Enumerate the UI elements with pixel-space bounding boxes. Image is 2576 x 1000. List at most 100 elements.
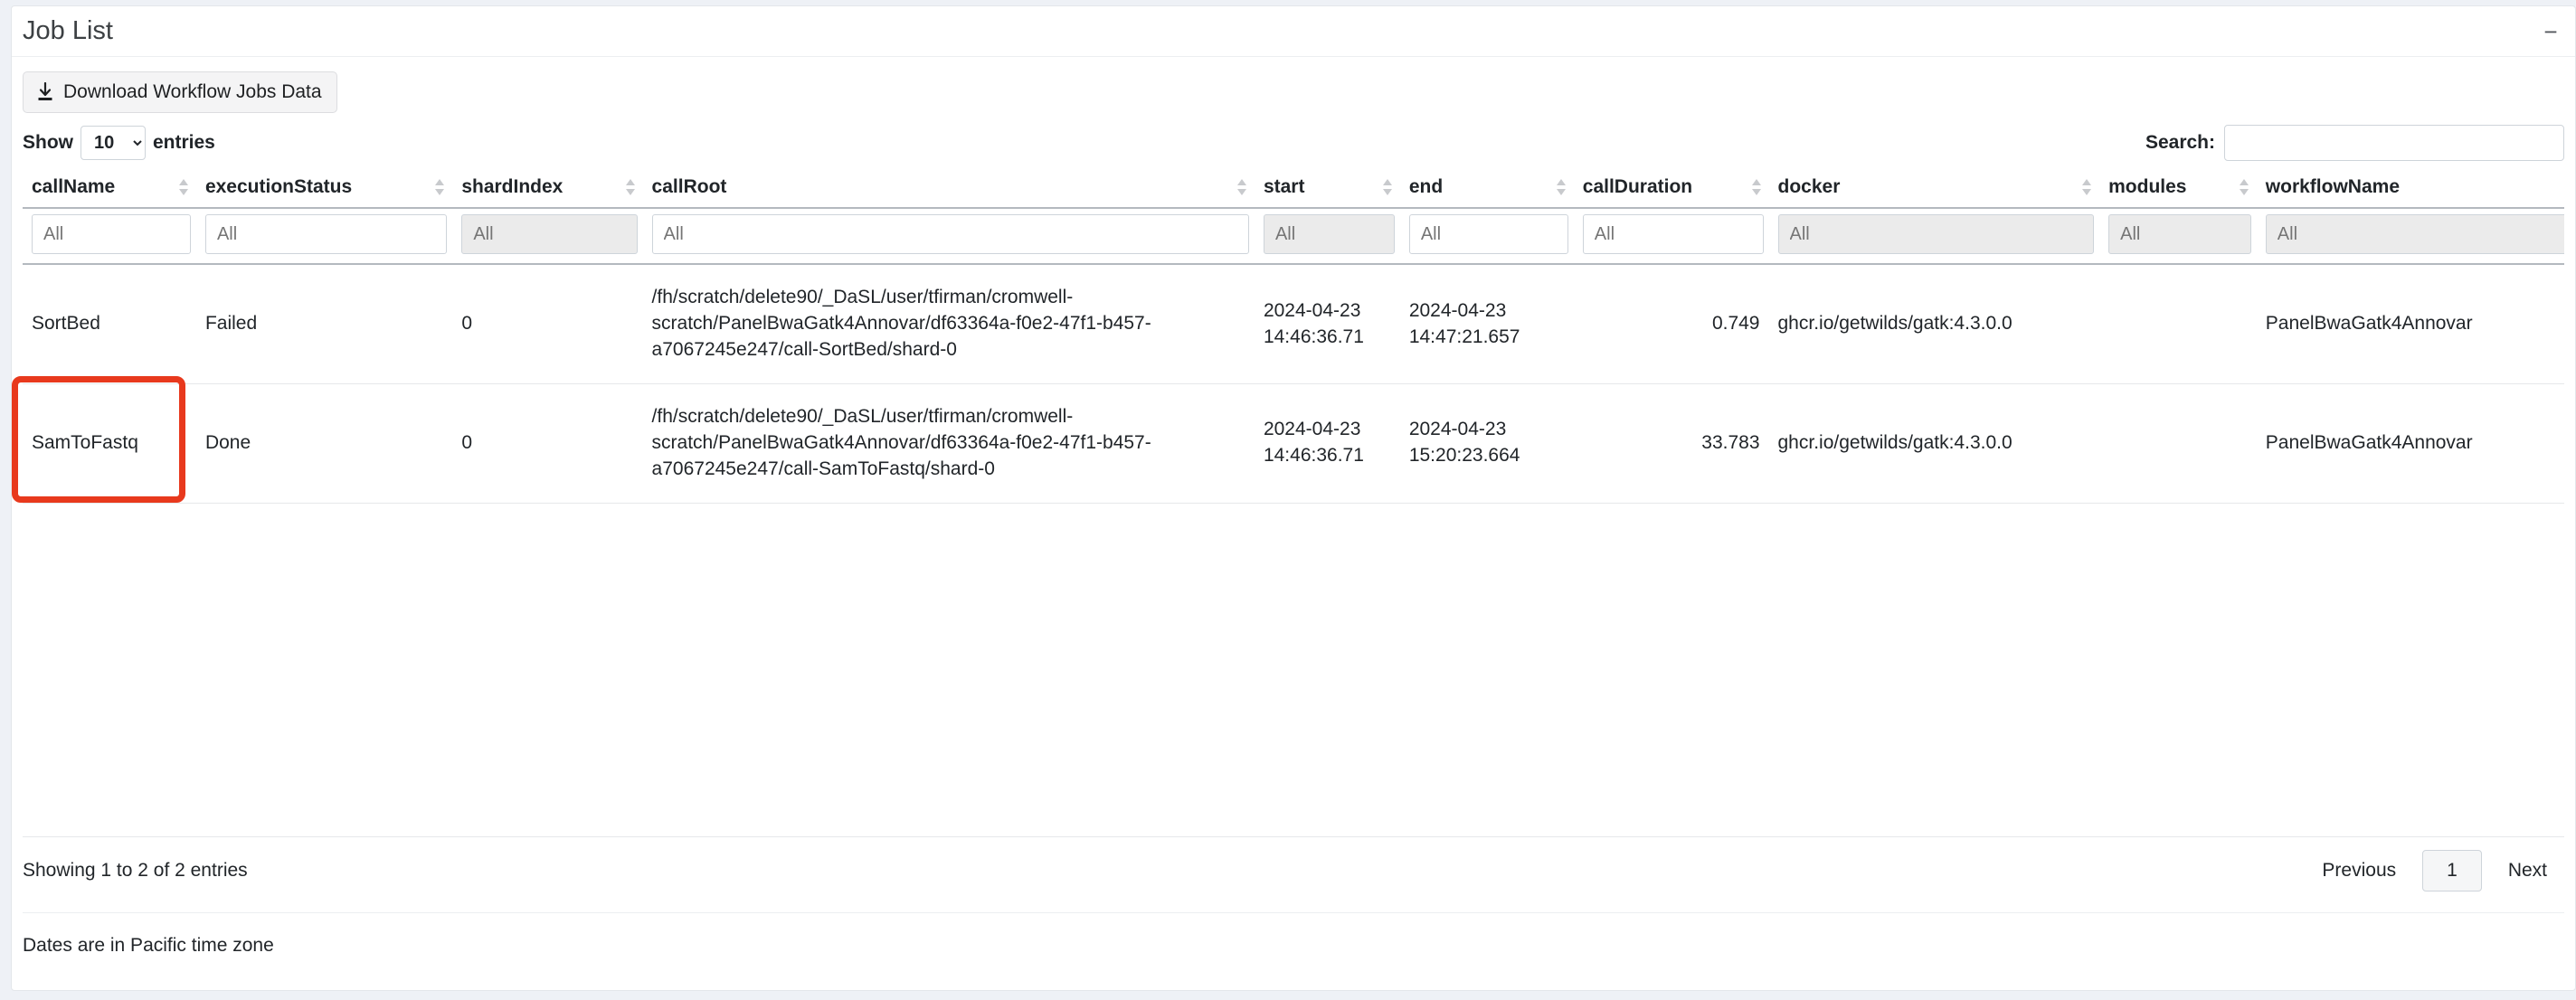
column-label: docker — [1777, 176, 1841, 198]
filter-input-start[interactable] — [1263, 214, 1395, 255]
download-icon — [36, 81, 54, 102]
sort-arrows-icon — [2239, 178, 2249, 196]
sort-arrows-icon — [1236, 178, 1247, 196]
filter-input-callDuration[interactable] — [1582, 214, 1764, 255]
job-list-panel: Job List − Download Workflow Jobs Data S… — [11, 5, 2576, 991]
table-footer: Showing 1 to 2 of 2 entries Previous 1 N… — [23, 836, 2564, 903]
pagination-page-1[interactable]: 1 — [2422, 849, 2482, 892]
show-label: Show — [23, 132, 73, 154]
column-header-workflowName[interactable]: workflowName — [2256, 171, 2564, 210]
timezone-note-text: Dates are in Pacific time zone — [23, 934, 274, 956]
column-label: callName — [32, 176, 116, 198]
panel-body: Download Workflow Jobs Data Show 10 25 5… — [12, 57, 2575, 990]
pagination-next[interactable]: Next — [2491, 850, 2564, 892]
jobs-table: callName executionStatus shardIndex call… — [23, 171, 2564, 504]
search-label: Search: — [2145, 132, 2215, 154]
filter-cell-start — [1254, 208, 1400, 266]
column-header-docker[interactable]: docker — [1768, 171, 2100, 210]
filter-input-executionStatus[interactable] — [204, 214, 448, 255]
minimize-icon[interactable]: − — [2537, 20, 2564, 43]
column-header-callDuration[interactable]: callDuration — [1573, 171, 1769, 210]
filter-cell-callDuration — [1573, 208, 1769, 266]
jobs-table-body: SortBed Failed 0 /fh/scratch/delete90/_D… — [23, 264, 2564, 504]
cell-shardIndex: 0 — [452, 264, 643, 385]
table-info: Showing 1 to 2 of 2 entries — [23, 859, 248, 881]
sort-arrows-icon — [625, 178, 636, 196]
cell-shardIndex: 0 — [452, 383, 643, 504]
timezone-note: Dates are in Pacific time zone — [23, 912, 2564, 977]
filter-input-shardIndex[interactable] — [461, 214, 638, 255]
filter-input-callRoot[interactable] — [651, 214, 1249, 255]
column-label: workflowName — [2265, 176, 2400, 198]
column-filter-row — [23, 208, 2564, 266]
header-row: callName executionStatus shardIndex call… — [23, 171, 2564, 210]
search-control: Search: — [2145, 125, 2564, 162]
filter-cell-callRoot — [642, 208, 1255, 266]
column-label: start — [1263, 176, 1305, 198]
column-header-end[interactable]: end — [1399, 171, 1574, 210]
cell-callDuration: 33.783 — [1573, 383, 1769, 504]
search-input[interactable] — [2224, 125, 2564, 162]
filter-cell-docker — [1768, 208, 2100, 266]
jobs-table-head: callName executionStatus shardIndex call… — [23, 171, 2564, 266]
filter-cell-callName — [23, 208, 196, 266]
sort-arrows-icon — [2081, 178, 2092, 196]
table-controls: Show 10 25 50 100 entries Search: — [23, 124, 2564, 162]
column-header-shardIndex[interactable]: shardIndex — [452, 171, 643, 210]
filter-input-modules[interactable] — [2108, 214, 2251, 255]
panel-header: Job List − — [12, 6, 2575, 57]
filter-input-workflowName[interactable] — [2265, 214, 2564, 255]
page-title: Job List — [23, 16, 113, 45]
cell-callName: SamToFastq — [23, 383, 196, 504]
column-header-start[interactable]: start — [1254, 171, 1400, 210]
pagination-previous[interactable]: Previous — [2305, 850, 2413, 892]
cell-executionStatus: Failed — [195, 264, 453, 385]
entries-label: entries — [153, 132, 215, 154]
column-header-callName[interactable]: callName — [23, 171, 196, 210]
column-label: callRoot — [651, 176, 727, 198]
column-label: shardIndex — [461, 176, 564, 198]
column-header-callRoot[interactable]: callRoot — [642, 171, 1255, 210]
filter-cell-modules — [2099, 208, 2257, 266]
column-label: executionStatus — [204, 176, 353, 198]
table-row[interactable]: SortBed Failed 0 /fh/scratch/delete90/_D… — [23, 264, 2564, 385]
jobs-table-scroll[interactable]: callName executionStatus shardIndex call… — [23, 171, 2564, 504]
length-menu: Show 10 25 50 100 entries — [23, 126, 215, 161]
filter-input-callName[interactable] — [32, 214, 191, 255]
download-workflow-jobs-data-button[interactable]: Download Workflow Jobs Data — [23, 71, 337, 114]
filter-input-end[interactable] — [1408, 214, 1568, 255]
sort-arrows-icon — [1382, 178, 1393, 196]
filter-cell-workflowName — [2256, 208, 2564, 266]
cell-start: 2024-04-23 14:46:36.71 — [1254, 264, 1400, 385]
filter-input-docker[interactable] — [1777, 214, 2095, 255]
cell-end: 2024-04-23 14:47:21.657 — [1399, 264, 1574, 385]
column-label: modules — [2108, 176, 2187, 198]
sort-arrows-icon — [178, 178, 189, 196]
pagination: Previous 1 Next — [2305, 849, 2564, 892]
cell-callName: SortBed — [23, 264, 196, 385]
filter-cell-end — [1399, 208, 1574, 266]
cell-executionStatus: Done — [195, 383, 453, 504]
filter-cell-shardIndex — [452, 208, 643, 266]
sort-arrows-icon — [434, 178, 445, 196]
cell-docker: ghcr.io/getwilds/gatk:4.3.0.0 — [1768, 264, 2100, 385]
cell-start: 2024-04-23 14:46:36.71 — [1254, 383, 1400, 504]
cell-callDuration: 0.749 — [1573, 264, 1769, 385]
cell-callRoot: /fh/scratch/delete90/_DaSL/user/tfirman/… — [642, 383, 1255, 504]
sort-arrows-icon — [1556, 178, 1567, 196]
cell-modules — [2099, 264, 2257, 385]
cell-docker: ghcr.io/getwilds/gatk:4.3.0.0 — [1768, 383, 2100, 504]
download-button-label: Download Workflow Jobs Data — [63, 81, 322, 102]
cell-workflowName: PanelBwaGatk4Annovar — [2256, 383, 2564, 504]
cell-modules — [2099, 383, 2257, 504]
cell-end: 2024-04-23 15:20:23.664 — [1399, 383, 1574, 504]
entries-per-page-select[interactable]: 10 25 50 100 — [80, 126, 146, 161]
column-label: end — [1408, 176, 1444, 198]
column-header-executionStatus[interactable]: executionStatus — [195, 171, 453, 210]
sort-arrows-icon — [1751, 178, 1762, 196]
filter-cell-executionStatus — [195, 208, 453, 266]
table-row[interactable]: SamToFastq Done 0 /fh/scratch/delete90/_… — [23, 383, 2564, 504]
cell-workflowName: PanelBwaGatk4Annovar — [2256, 264, 2564, 385]
column-header-modules[interactable]: modules — [2099, 171, 2257, 210]
column-label: callDuration — [1582, 176, 1693, 198]
